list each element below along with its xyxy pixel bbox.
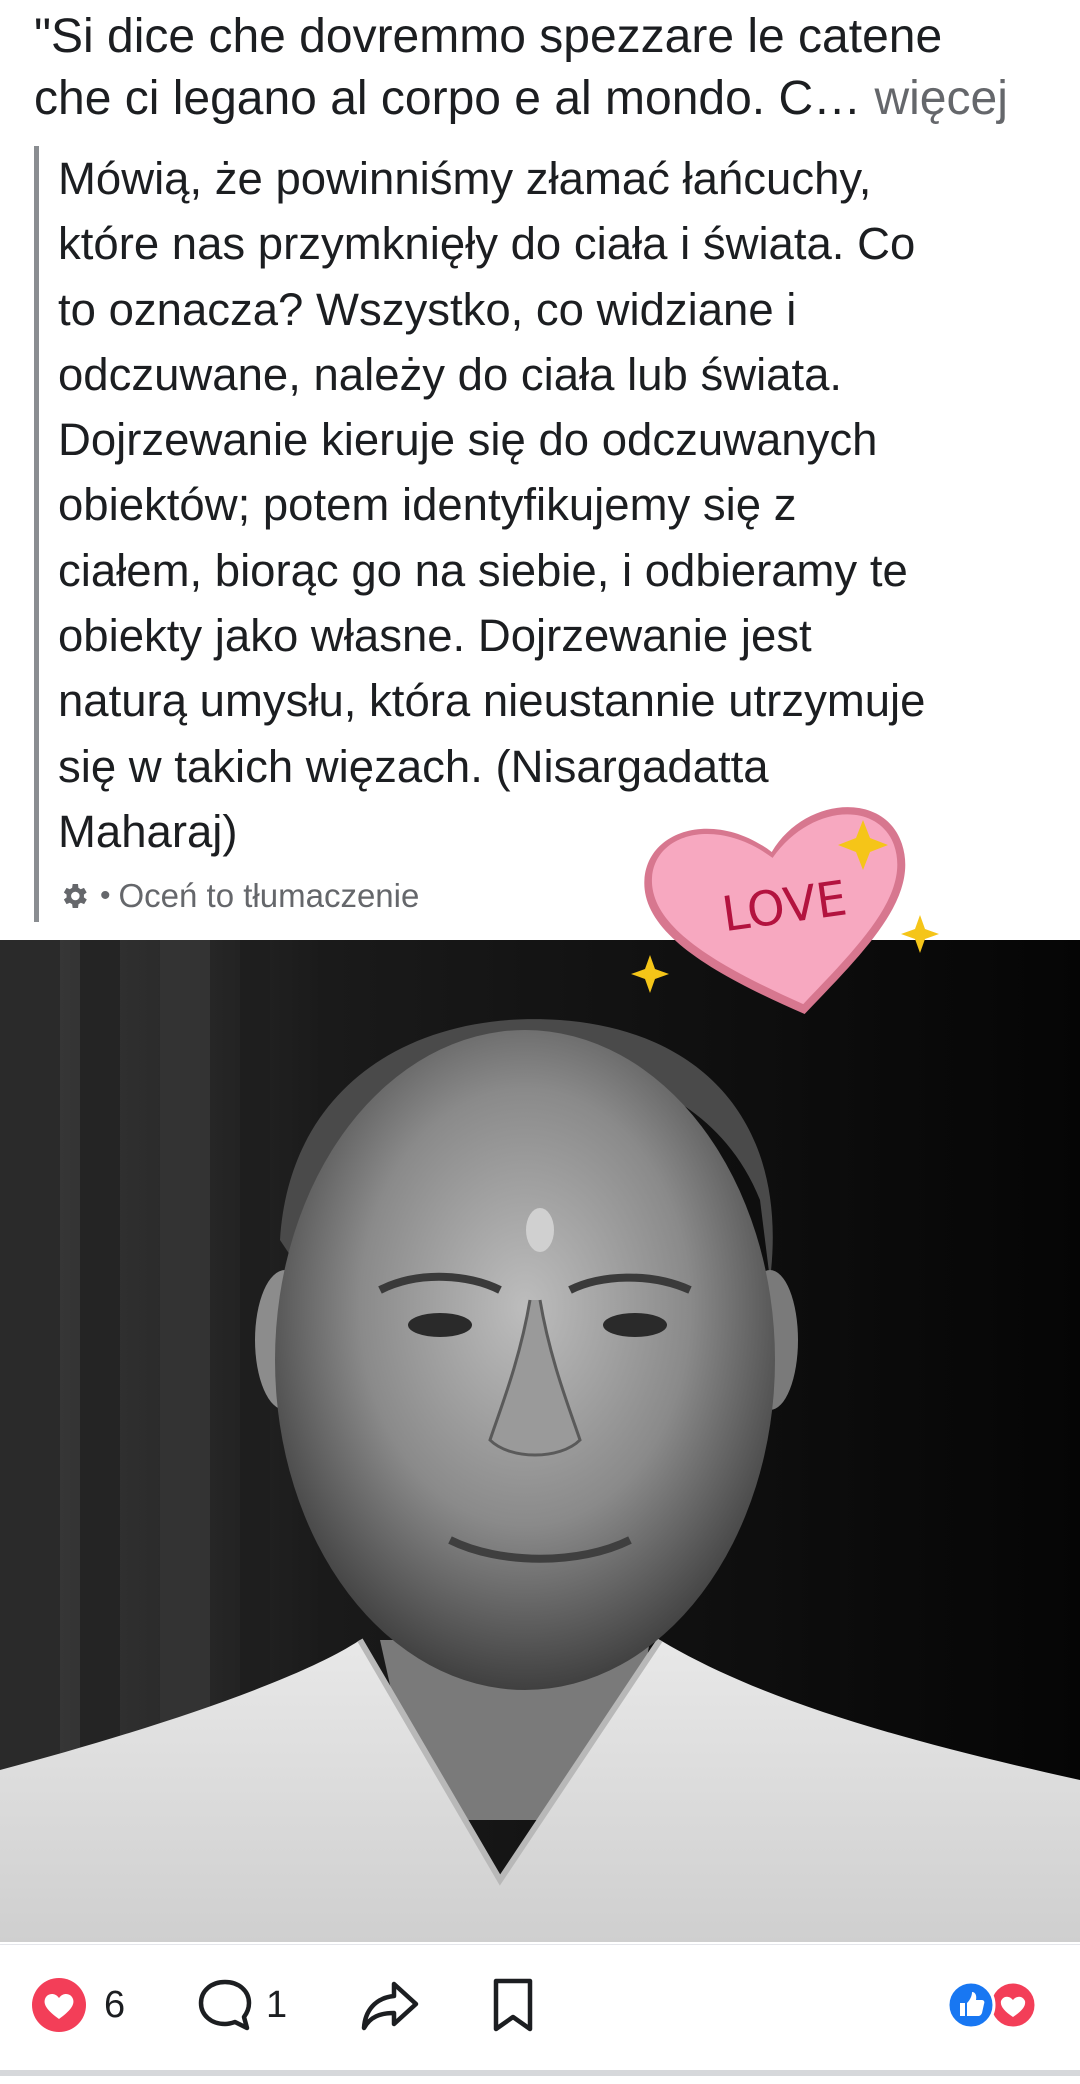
portrait-image	[0, 940, 1080, 1942]
separator-dot: •	[100, 879, 111, 913]
original-text: "Si dice che dovremmo spezzare le catene…	[34, 10, 943, 125]
post-action-bar: 6 1	[0, 1944, 1080, 2069]
rate-translation-link[interactable]: Oceń to tłumaczenie	[119, 877, 420, 915]
post-original-text: "Si dice che dovremmo spezzare le catene…	[34, 6, 1054, 130]
share-button[interactable]	[360, 1973, 420, 2037]
comment-button[interactable]: 1	[196, 1973, 287, 2037]
like-icon	[946, 1980, 996, 2030]
gear-icon	[58, 880, 90, 912]
reaction-button[interactable]: 6	[30, 1973, 125, 2037]
save-button[interactable]	[488, 1973, 538, 2037]
comment-count: 1	[266, 1983, 288, 2026]
translated-text: Mówią, że powinniśmy złamać łańcuchy, kt…	[58, 153, 926, 857]
heart-icon	[30, 1976, 88, 2034]
see-more-link[interactable]: więcej	[874, 72, 1007, 125]
love-heart-sticker: LOVE	[620, 790, 950, 1030]
reaction-summary[interactable]	[946, 1973, 1038, 2037]
reaction-count: 6	[104, 1983, 126, 2026]
post-photo[interactable]	[0, 940, 1080, 1942]
comment-icon	[196, 1976, 254, 2034]
divider	[0, 2070, 1080, 2076]
share-icon	[360, 1976, 420, 2034]
bookmark-icon	[488, 1976, 538, 2034]
